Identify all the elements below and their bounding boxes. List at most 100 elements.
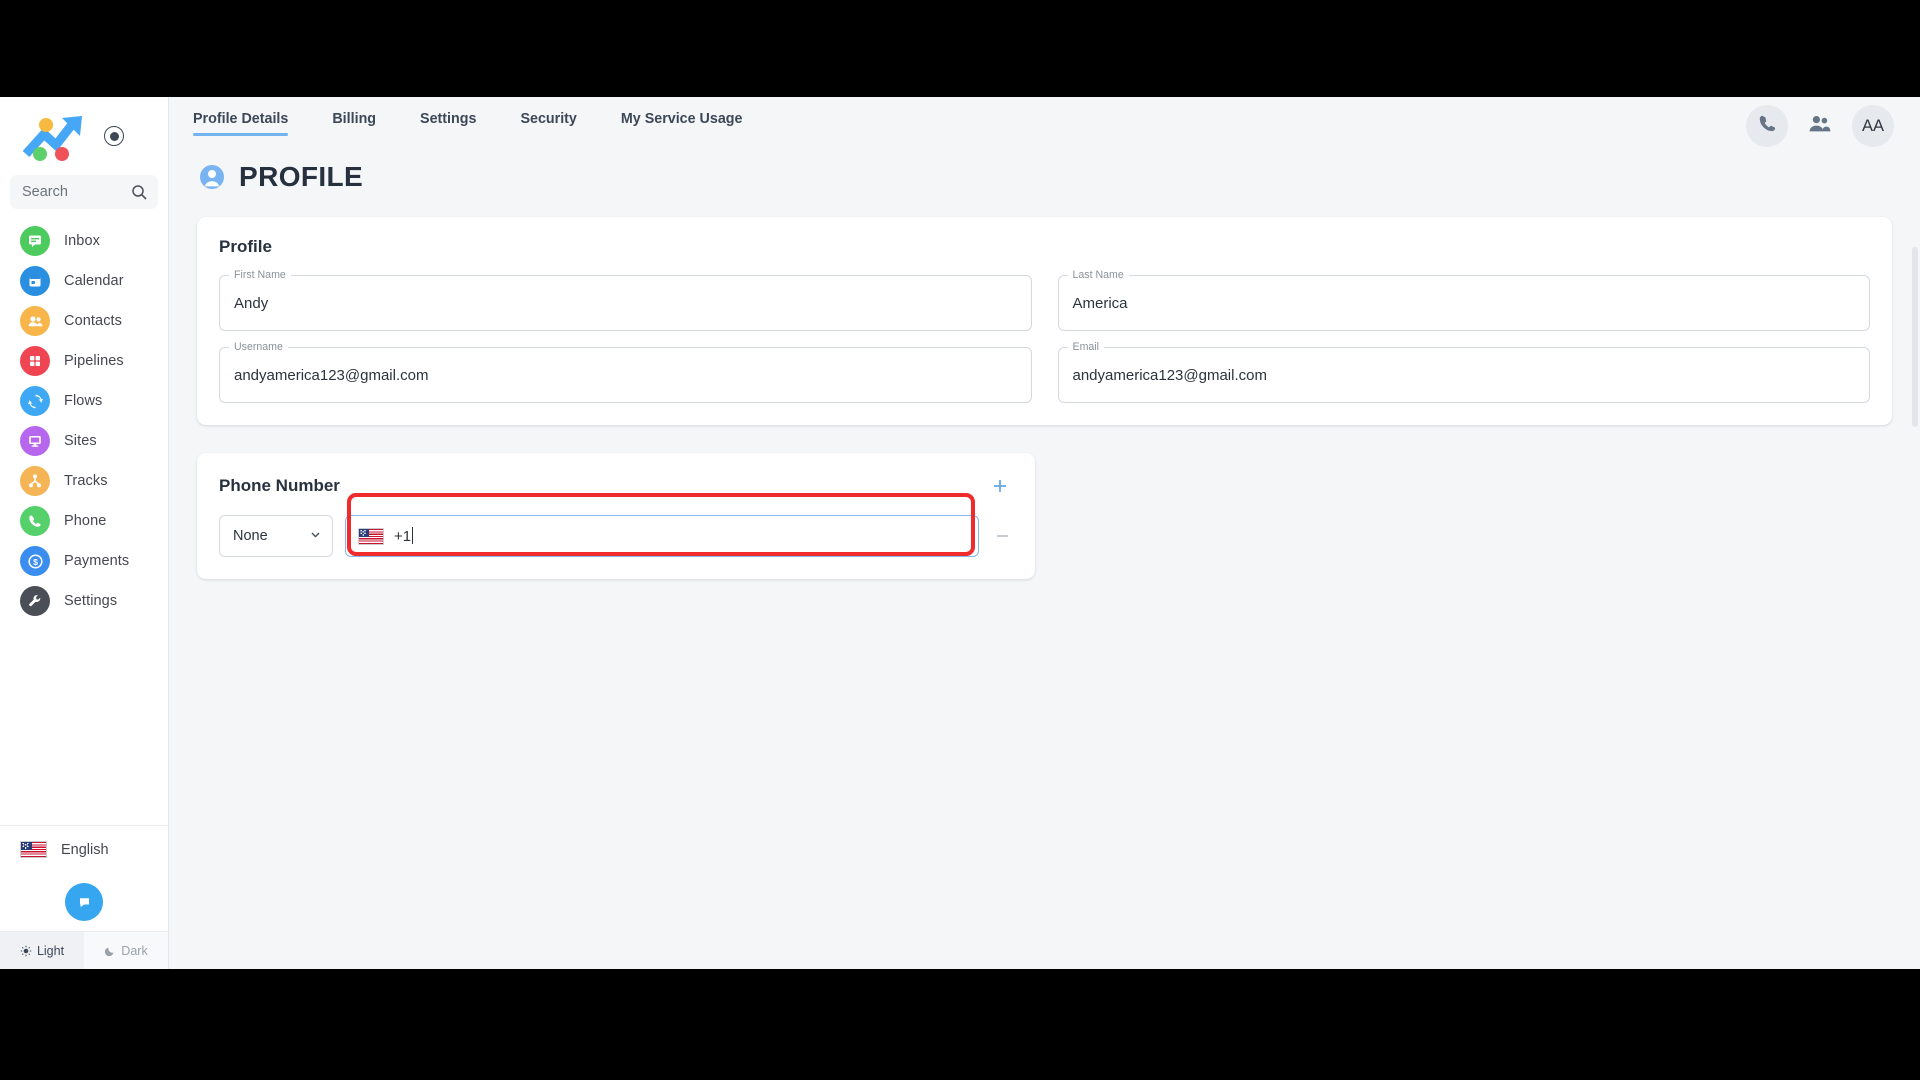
tab-label: My Service Usage — [620, 111, 743, 127]
search-input[interactable]: Search — [10, 175, 158, 209]
sidebar-item-contacts[interactable]: Contacts — [0, 301, 168, 341]
tab-my-service-usage[interactable]: My Service Usage — [621, 111, 743, 136]
sidebar-item-settings[interactable]: Settings — [0, 581, 168, 621]
people-button[interactable] — [1802, 108, 1838, 144]
phone-type-value: None — [233, 528, 268, 544]
profile-form: First Name Andy Last Name America Userna… — [219, 270, 1870, 403]
tab-label: Settings — [420, 111, 477, 127]
sidebar-item-pipelines[interactable]: Pipelines — [0, 341, 168, 381]
tab-label: Profile Details — [193, 111, 289, 127]
sidebar-item-calendar[interactable]: Calendar — [0, 261, 168, 301]
language-label: English — [61, 841, 109, 858]
sidebar: Search Inbox Calendar Contacts Pipelines… — [0, 97, 169, 969]
last-name-value: America — [1072, 294, 1128, 312]
theme-light-label: Light — [36, 943, 65, 958]
theme-toggle: Light Dark — [0, 931, 168, 969]
tab-label: Security — [520, 111, 577, 127]
sidebar-item-label: Contacts — [64, 313, 123, 329]
content-area: Profile First Name Andy Last Name Americ… — [169, 193, 1920, 579]
sidebar-item-label: Settings — [64, 593, 118, 609]
username-field[interactable]: Username andyamerica123@gmail.com — [219, 342, 1032, 403]
chat-widget-row — [0, 873, 168, 931]
first-name-value: Andy — [234, 294, 269, 312]
scrollbar[interactable] — [1912, 247, 1918, 427]
phone-handset-icon — [1757, 113, 1778, 139]
growth-chart-logo[interactable] — [22, 110, 94, 162]
phone-number-value: +1 — [394, 527, 414, 545]
sidebar-item-payments[interactable]: $ Payments — [0, 541, 168, 581]
call-button[interactable] — [1746, 105, 1788, 147]
inbox-icon — [20, 226, 50, 256]
pipelines-icon — [20, 346, 50, 376]
phone-row: None +1 — [219, 515, 1013, 557]
user-circle-icon — [199, 164, 225, 190]
phone-type-select[interactable]: None — [219, 515, 333, 557]
phone-number-card: Phone Number None +1 — [197, 453, 1035, 579]
page-title: PROFILE — [239, 161, 364, 192]
people-icon — [1808, 113, 1832, 140]
sidebar-item-flows[interactable]: Flows — [0, 381, 168, 421]
tracks-icon — [20, 466, 50, 496]
main-area: Profile Details Billing Settings Securit… — [169, 97, 1920, 969]
sidebar-item-phone[interactable]: Phone — [0, 501, 168, 541]
us-flag-icon — [358, 527, 384, 545]
phone-card-title: Phone Number — [219, 476, 340, 495]
contacts-icon — [20, 306, 50, 336]
theme-light-button[interactable]: Light — [0, 932, 84, 969]
email-field[interactable]: Email andyamerica123@gmail.com — [1057, 342, 1870, 403]
tab-billing[interactable]: Billing — [332, 111, 376, 136]
sidebar-item-sites[interactable]: Sites — [0, 421, 168, 461]
settings-icon — [20, 586, 50, 616]
tab-settings[interactable]: Settings — [420, 111, 476, 136]
sidebar-item-label: Phone — [64, 513, 107, 529]
sidebar-item-label: Pipelines — [64, 353, 124, 369]
phone-card-header: Phone Number — [219, 473, 1013, 499]
sidebar-header — [0, 97, 168, 175]
add-phone-button[interactable] — [987, 473, 1013, 499]
search-container: Search — [0, 175, 168, 209]
svg-text:$: $ — [33, 557, 38, 567]
profile-card-title: Profile — [219, 237, 272, 256]
username-value: andyamerica123@gmail.com — [234, 366, 429, 384]
last-name-field[interactable]: Last Name America — [1057, 270, 1870, 331]
us-flag-icon — [20, 841, 47, 858]
avatar[interactable]: AA — [1852, 105, 1894, 147]
search-placeholder: Search — [22, 184, 68, 200]
tab-label: Billing — [332, 111, 377, 127]
moon-icon — [105, 947, 114, 956]
phone-number-input[interactable]: +1 — [345, 515, 979, 557]
sidebar-item-inbox[interactable]: Inbox — [0, 221, 168, 261]
theme-dark-label: Dark — [121, 943, 148, 958]
email-value: andyamerica123@gmail.com — [1072, 366, 1267, 384]
screen-root: Search Inbox Calendar Contacts Pipelines… — [0, 0, 1920, 1080]
sidebar-item-label: Payments — [64, 553, 130, 569]
tab-security[interactable]: Security — [520, 111, 576, 136]
top-tab-bar: Profile Details Billing Settings Securit… — [169, 97, 1920, 151]
chevron-down-icon — [309, 528, 322, 545]
remove-phone-button[interactable] — [991, 535, 1013, 537]
tab-profile-details[interactable]: Profile Details — [193, 111, 289, 136]
sidebar-item-tracks[interactable]: Tracks — [0, 461, 168, 501]
language-selector[interactable]: English — [0, 825, 168, 873]
sidebar-item-label: Calendar — [64, 273, 124, 289]
first-name-field[interactable]: First Name Andy — [219, 270, 1032, 331]
sidebar-item-label: Sites — [64, 433, 97, 449]
tabs: Profile Details Billing Settings Securit… — [193, 111, 786, 136]
chat-bubble-icon[interactable] — [65, 883, 103, 921]
sidebar-item-label: Tracks — [64, 473, 108, 489]
sidebar-item-label: Flows — [64, 393, 103, 409]
avatar-initials: AA — [1861, 116, 1884, 135]
payments-icon: $ — [20, 546, 50, 576]
flows-icon — [20, 386, 50, 416]
calendar-icon — [20, 266, 50, 296]
app-window: Search Inbox Calendar Contacts Pipelines… — [0, 97, 1920, 969]
search-icon — [131, 184, 147, 200]
phone-icon — [20, 506, 50, 536]
sites-icon — [20, 426, 50, 456]
profile-card: Profile First Name Andy Last Name Americ… — [197, 217, 1892, 425]
page-header: PROFILE — [169, 151, 1920, 193]
sidebar-nav: Inbox Calendar Contacts Pipelines Flows … — [0, 221, 168, 621]
theme-dark-button[interactable]: Dark — [84, 932, 168, 969]
record-indicator[interactable] — [104, 126, 124, 146]
sun-icon — [20, 945, 32, 956]
